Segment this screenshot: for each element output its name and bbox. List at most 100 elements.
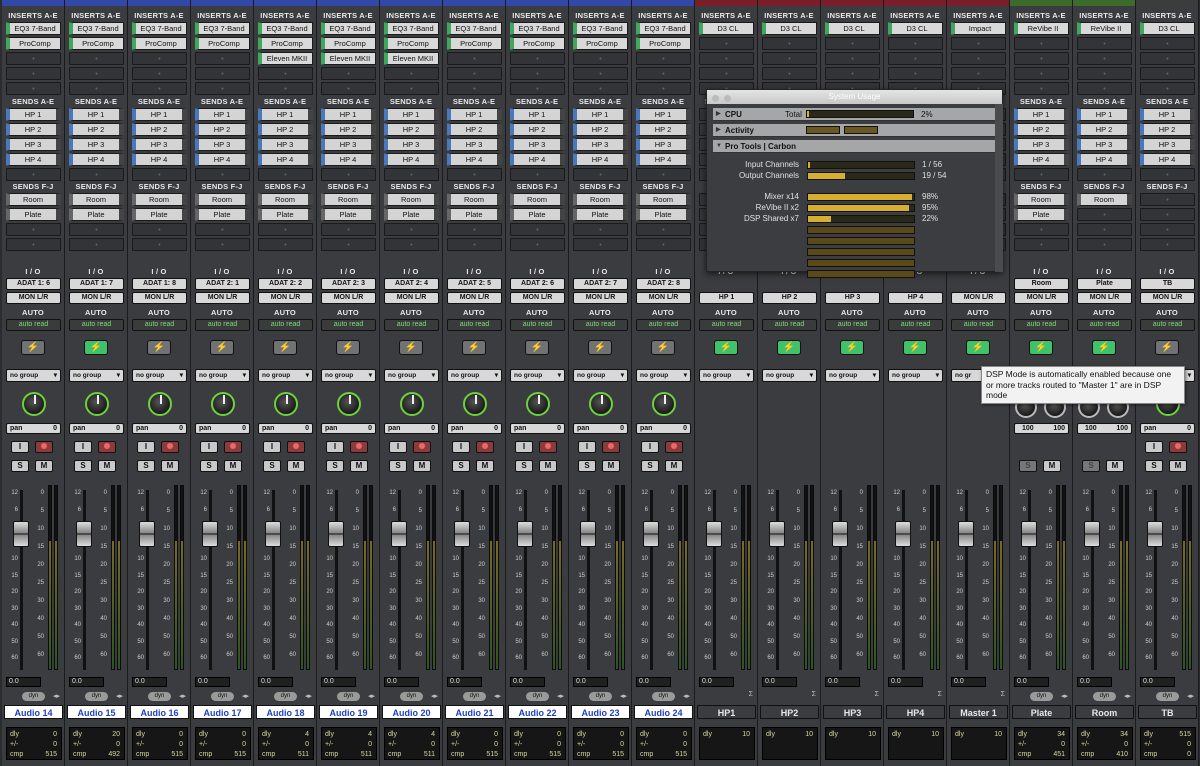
- input-selector[interactable]: ADAT 2: 7: [573, 278, 628, 290]
- empty-insert-slot[interactable]: [69, 67, 124, 80]
- record-enable-button[interactable]: [98, 441, 116, 453]
- empty-send-slot[interactable]: [447, 223, 502, 236]
- output-selector[interactable]: MON L/R: [132, 292, 187, 304]
- send-slot[interactable]: HP 2: [573, 123, 628, 136]
- dsp-mode-button[interactable]: ⚡: [21, 340, 45, 355]
- track-name[interactable]: HP4: [886, 705, 945, 719]
- send-slot[interactable]: HP 3: [6, 138, 61, 151]
- track-name[interactable]: Master 1: [949, 705, 1008, 719]
- send-slot[interactable]: Plate: [132, 208, 187, 221]
- group-selector[interactable]: no group: [573, 369, 628, 382]
- send-slot[interactable]: HP 3: [636, 138, 691, 151]
- group-selector[interactable]: no group: [510, 369, 565, 382]
- send-slot[interactable]: HP 3: [321, 138, 376, 151]
- volume-fader[interactable]: [769, 521, 785, 547]
- volume-fader[interactable]: [1147, 521, 1163, 547]
- record-enable-button[interactable]: [539, 441, 557, 453]
- send-slot[interactable]: Plate: [636, 208, 691, 221]
- empty-send-slot[interactable]: [258, 238, 313, 251]
- solo-button[interactable]: S: [389, 460, 407, 472]
- send-slot[interactable]: HP 1: [510, 108, 565, 121]
- insert-slot[interactable]: ProComp: [258, 37, 313, 50]
- dyn-button[interactable]: dyn: [148, 692, 171, 701]
- record-enable-button[interactable]: [1169, 441, 1187, 453]
- empty-send-slot[interactable]: [258, 168, 313, 181]
- send-slot[interactable]: Plate: [384, 208, 439, 221]
- empty-insert-slot[interactable]: [384, 67, 439, 80]
- empty-insert-slot[interactable]: [825, 37, 880, 50]
- track-name[interactable]: Audio 23: [571, 705, 630, 719]
- send-slot[interactable]: HP 3: [195, 138, 250, 151]
- empty-insert-slot[interactable]: [510, 67, 565, 80]
- send-slot[interactable]: HP 1: [69, 108, 124, 121]
- system-usage-scrollbar[interactable]: [995, 104, 1003, 272]
- track-name[interactable]: Plate: [1012, 705, 1071, 719]
- empty-send-slot[interactable]: [6, 168, 61, 181]
- send-slot[interactable]: HP 2: [510, 123, 565, 136]
- empty-insert-slot[interactable]: [1014, 67, 1069, 80]
- group-selector[interactable]: no group: [447, 369, 502, 382]
- automation-mode-selector[interactable]: auto read: [384, 319, 439, 331]
- automation-mode-selector[interactable]: auto read: [636, 319, 691, 331]
- insert-slot[interactable]: EQ3 7-Band: [321, 22, 376, 35]
- group-selector[interactable]: no group: [699, 369, 754, 382]
- empty-insert-slot[interactable]: [195, 82, 250, 95]
- volume-fader[interactable]: [643, 521, 659, 547]
- input-selector[interactable]: Plate: [1077, 278, 1132, 290]
- pan-knob[interactable]: [148, 392, 172, 416]
- mute-button[interactable]: M: [224, 460, 242, 472]
- empty-send-slot[interactable]: [384, 223, 439, 236]
- input-monitor-button[interactable]: I: [389, 441, 407, 453]
- record-enable-button[interactable]: [287, 441, 305, 453]
- solo-button[interactable]: S: [137, 460, 155, 472]
- send-slot[interactable]: Room: [636, 193, 691, 206]
- automation-mode-selector[interactable]: auto read: [69, 319, 124, 331]
- empty-insert-slot[interactable]: [1014, 52, 1069, 65]
- track-name[interactable]: TB: [1138, 705, 1197, 719]
- mute-button[interactable]: M: [539, 460, 557, 472]
- solo-button[interactable]: S: [74, 460, 92, 472]
- dsp-mode-button[interactable]: ⚡: [651, 340, 675, 355]
- send-slot[interactable]: Room: [384, 193, 439, 206]
- track-name[interactable]: HP1: [697, 705, 756, 719]
- group-selector[interactable]: no group: [384, 369, 439, 382]
- insert-slot[interactable]: EQ3 7-Band: [6, 22, 61, 35]
- send-slot[interactable]: HP 3: [447, 138, 502, 151]
- carbon-row[interactable]: Pro Tools | Carbon: [713, 140, 995, 153]
- empty-insert-slot[interactable]: [69, 52, 124, 65]
- send-slot[interactable]: HP 2: [69, 123, 124, 136]
- send-slot[interactable]: Plate: [6, 208, 61, 221]
- dsp-mode-button[interactable]: ⚡: [714, 340, 738, 355]
- send-slot[interactable]: HP 1: [195, 108, 250, 121]
- empty-insert-slot[interactable]: [1140, 82, 1195, 95]
- empty-insert-slot[interactable]: [699, 37, 754, 50]
- send-slot[interactable]: HP 2: [6, 123, 61, 136]
- send-slot[interactable]: Room: [195, 193, 250, 206]
- empty-insert-slot[interactable]: [1077, 67, 1132, 80]
- send-slot[interactable]: HP 1: [258, 108, 313, 121]
- volume-fader[interactable]: [391, 521, 407, 547]
- insert-slot[interactable]: Eleven MKII: [321, 52, 376, 65]
- empty-insert-slot[interactable]: [1014, 82, 1069, 95]
- empty-send-slot[interactable]: [132, 238, 187, 251]
- group-selector[interactable]: no group: [762, 369, 817, 382]
- empty-insert-slot[interactable]: [510, 82, 565, 95]
- insert-slot[interactable]: ProComp: [69, 37, 124, 50]
- empty-send-slot[interactable]: [195, 223, 250, 236]
- dyn-button[interactable]: dyn: [211, 692, 234, 701]
- track-name[interactable]: Audio 15: [67, 705, 126, 719]
- input-monitor-button[interactable]: I: [515, 441, 533, 453]
- empty-insert-slot[interactable]: [447, 82, 502, 95]
- pan-knob[interactable]: [400, 392, 424, 416]
- insert-slot[interactable]: ProComp: [573, 37, 628, 50]
- send-slot[interactable]: HP 4: [510, 153, 565, 166]
- empty-send-slot[interactable]: [636, 223, 691, 236]
- system-usage-window[interactable]: System Usage CPU Total 2% Activity Pro T…: [706, 89, 1003, 278]
- group-selector[interactable]: no group: [6, 369, 61, 382]
- solo-button[interactable]: S: [326, 460, 344, 472]
- pan-knob[interactable]: [22, 392, 46, 416]
- insert-slot[interactable]: ProComp: [132, 37, 187, 50]
- send-slot[interactable]: HP 1: [132, 108, 187, 121]
- input-selector[interactable]: ADAT 1: 8: [132, 278, 187, 290]
- input-monitor-button[interactable]: I: [11, 441, 29, 453]
